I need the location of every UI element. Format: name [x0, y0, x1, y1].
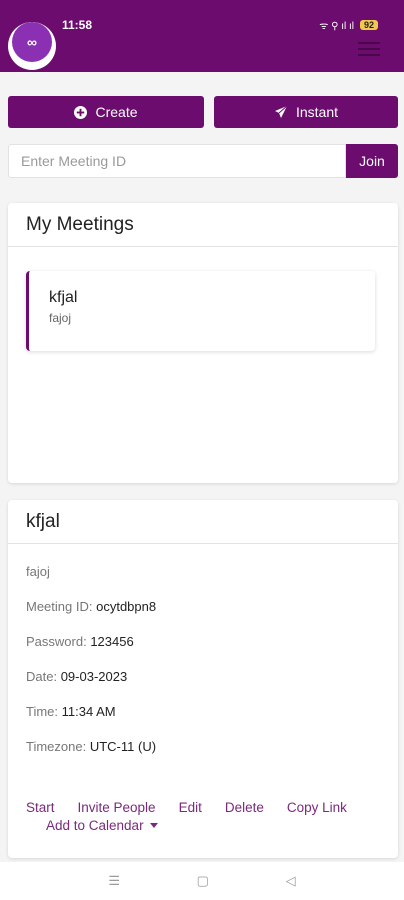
create-button[interactable]: Create: [8, 96, 204, 128]
time-label: Time:: [26, 704, 59, 719]
meeting-description-line: fajoj: [26, 564, 50, 579]
paper-plane-icon: [274, 105, 288, 118]
meeting-id-input[interactable]: [8, 144, 346, 178]
timezone-value: UTC-11 (U): [89, 739, 157, 754]
meeting-details-card: kfjal fajoj Meeting ID: ocytdbpn8 Passwo…: [8, 500, 398, 858]
date-line: Date: 09-03-2023: [26, 669, 398, 704]
app-logo[interactable]: ∞: [8, 22, 56, 70]
system-nav-bar: ☰ ▢ ◁: [0, 862, 404, 900]
meeting-action-buttons: Create Instant: [8, 96, 398, 128]
password-line: Password: 123456: [26, 634, 398, 669]
status-indicators: ᯤ ⚲ ıl ıl 92: [319, 18, 378, 32]
password-label: Password:: [26, 634, 87, 649]
date-label: Date:: [26, 669, 58, 684]
date-value: 09-03-2023: [60, 669, 128, 684]
meeting-details: fajoj Meeting ID: ocytdbpn8 Password: 12…: [8, 544, 398, 774]
battery-icon: 92: [359, 20, 378, 30]
create-button-label: Create: [95, 104, 138, 120]
meeting-actions: Start Invite People Edit Delete Copy Lin…: [26, 800, 376, 833]
instant-button[interactable]: Instant: [214, 96, 398, 128]
status-time: 11:58: [62, 18, 93, 32]
meeting-id-value: ocytdbpn8: [96, 599, 157, 614]
timezone-label: Timezone:: [26, 739, 87, 754]
meeting-id-line: Meeting ID: ocytdbpn8: [26, 599, 398, 634]
time-value: 11:34 AM: [61, 704, 116, 719]
password-value: 123456: [90, 634, 134, 649]
my-meetings-card: My Meetings kfjal fajoj: [8, 203, 398, 483]
back-icon[interactable]: ◁: [286, 873, 296, 889]
add-to-calendar-dropdown[interactable]: Add to Calendar: [26, 818, 376, 833]
delete-link[interactable]: Delete: [225, 800, 264, 815]
meeting-list-item[interactable]: kfjal fajoj: [26, 271, 375, 351]
meeting-id-label: Meeting ID:: [26, 599, 93, 614]
meeting-name: kfjal: [49, 289, 78, 306]
join-button[interactable]: Join: [346, 144, 398, 178]
plus-circle-icon: [74, 105, 88, 119]
start-link[interactable]: Start: [26, 800, 55, 815]
hamburger-menu-icon[interactable]: [358, 42, 380, 56]
copy-link-link[interactable]: Copy Link: [287, 800, 347, 815]
caret-down-icon: [149, 823, 158, 828]
time-line: Time: 11:34 AM: [26, 704, 398, 739]
timezone-line: Timezone: UTC-11 (U): [26, 739, 398, 774]
status-bar: 11:58 ᯤ ⚲ ıl ıl 92: [0, 0, 404, 48]
logo-icon: ∞: [12, 22, 52, 62]
invite-people-link[interactable]: Invite People: [78, 800, 156, 815]
my-meetings-title: My Meetings: [8, 203, 398, 247]
meeting-details-title: kfjal: [8, 500, 398, 544]
join-meeting-row: Join: [8, 144, 398, 178]
signal-icons: ᯤ ⚲ ıl ıl: [319, 21, 354, 32]
add-to-calendar-label: Add to Calendar: [46, 818, 144, 833]
home-icon[interactable]: ▢: [197, 873, 209, 889]
meeting-description: fajoj: [49, 311, 72, 325]
app-bar: [0, 48, 404, 72]
edit-link[interactable]: Edit: [179, 800, 202, 815]
instant-button-label: Instant: [295, 104, 339, 120]
recent-apps-icon[interactable]: ☰: [108, 873, 120, 889]
